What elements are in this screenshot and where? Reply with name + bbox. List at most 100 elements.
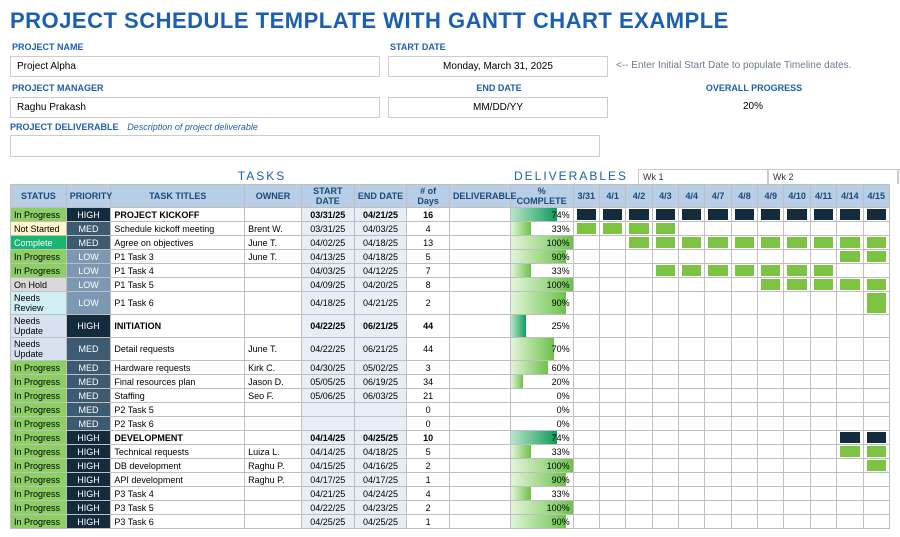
gantt-cell xyxy=(810,487,836,501)
end-cell: 04/25/25 xyxy=(354,431,407,445)
days-cell: 13 xyxy=(407,236,450,250)
gantt-cell xyxy=(837,431,863,445)
priority-cell: HIGH xyxy=(66,473,111,487)
gantt-cell xyxy=(573,278,599,292)
gantt-cell xyxy=(758,375,784,389)
start-cell: 03/31/25 xyxy=(301,222,354,236)
gantt-cell xyxy=(810,417,836,431)
days-cell: 2 xyxy=(407,459,450,473)
table-row[interactable]: CompleteMEDAgree on objectivesJune T.04/… xyxy=(11,236,890,250)
table-row[interactable]: Needs UpdateMEDDetail requestsJune T.04/… xyxy=(11,338,890,361)
start-cell xyxy=(301,417,354,431)
gantt-cell xyxy=(731,445,757,459)
table-row[interactable]: In ProgressHIGHDB developmentRaghu P.04/… xyxy=(11,459,890,473)
gantt-cell xyxy=(837,278,863,292)
table-row[interactable]: In ProgressHIGHDEVELOPMENT04/14/2504/25/… xyxy=(11,431,890,445)
pct-cell: 90% xyxy=(510,473,573,487)
pct-cell: 25% xyxy=(510,315,573,338)
gantt-cell xyxy=(573,315,599,338)
owner-cell: Raghu P. xyxy=(245,459,302,473)
gantt-cell xyxy=(758,417,784,431)
table-row[interactable]: In ProgressHIGHP3 Task 404/21/2504/24/25… xyxy=(11,487,890,501)
table-row[interactable]: In ProgressMEDP2 Task 500% xyxy=(11,403,890,417)
gantt-cell xyxy=(626,431,652,445)
gantt-cell xyxy=(810,445,836,459)
table-row[interactable]: Needs UpdateHIGHINITIATION04/22/2506/21/… xyxy=(11,315,890,338)
days-cell: 8 xyxy=(407,278,450,292)
table-row[interactable]: In ProgressMEDFinal resources planJason … xyxy=(11,375,890,389)
start-date-note: <-- Enter Initial Start Date to populate… xyxy=(616,56,890,77)
priority-cell: MED xyxy=(66,375,111,389)
gantt-cell xyxy=(679,250,705,264)
table-row[interactable]: In ProgressMEDHardware requestsKirk C.04… xyxy=(11,361,890,375)
status-cell: In Progress xyxy=(11,264,67,278)
gantt-cell xyxy=(705,208,731,222)
gantt-cell xyxy=(758,208,784,222)
table-row[interactable]: In ProgressHIGHAPI developmentRaghu P.04… xyxy=(11,473,890,487)
table-row[interactable]: In ProgressLOWP1 Task 404/03/2504/12/257… xyxy=(11,264,890,278)
col-header: TASK TITLES xyxy=(111,185,245,208)
table-row[interactable]: On HoldLOWP1 Task 504/09/2504/20/258100% xyxy=(11,278,890,292)
gantt-cell xyxy=(573,487,599,501)
table-row[interactable]: In ProgressHIGHP3 Task 504/22/2504/23/25… xyxy=(11,501,890,515)
gantt-cell xyxy=(758,278,784,292)
gantt-cell xyxy=(731,431,757,445)
gantt-cell xyxy=(758,431,784,445)
title-cell: P1 Task 4 xyxy=(111,264,245,278)
gantt-cell xyxy=(599,403,625,417)
end-cell: 04/03/25 xyxy=(354,222,407,236)
gantt-cell xyxy=(599,431,625,445)
gantt-cell xyxy=(626,417,652,431)
title-cell: PROJECT KICKOFF xyxy=(111,208,245,222)
gantt-cell xyxy=(863,361,889,375)
priority-cell: HIGH xyxy=(66,445,111,459)
days-cell: 5 xyxy=(407,250,450,264)
page-title: PROJECT SCHEDULE TEMPLATE WITH GANTT CHA… xyxy=(10,8,890,34)
input-project-name[interactable]: Project Alpha xyxy=(10,56,380,77)
gantt-cell xyxy=(626,264,652,278)
input-project-manager[interactable]: Raghu Prakash xyxy=(10,97,380,118)
column-header-row: STATUSPRIORITYTASK TITLESOWNERSTART DATE… xyxy=(11,185,890,208)
title-cell: P1 Task 3 xyxy=(111,250,245,264)
status-cell: Complete xyxy=(11,236,67,250)
gantt-cell xyxy=(705,236,731,250)
day-header: 3/31 xyxy=(573,185,599,208)
gantt-cell xyxy=(731,417,757,431)
gantt-cell xyxy=(599,236,625,250)
end-cell: 04/23/25 xyxy=(354,501,407,515)
gantt-cell xyxy=(784,236,810,250)
gantt-cell xyxy=(705,222,731,236)
gantt-cell xyxy=(626,208,652,222)
start-cell: 04/09/25 xyxy=(301,278,354,292)
gantt-cell xyxy=(573,445,599,459)
gantt-cell xyxy=(626,338,652,361)
days-cell: 44 xyxy=(407,338,450,361)
table-row[interactable]: In ProgressHIGHPROJECT KICKOFF03/31/2504… xyxy=(11,208,890,222)
pct-cell: 74% xyxy=(510,431,573,445)
table-row[interactable]: Needs ReviewLOWP1 Task 604/18/2504/21/25… xyxy=(11,292,890,315)
pct-cell: 0% xyxy=(510,417,573,431)
gantt-cell xyxy=(810,389,836,403)
owner-cell: June T. xyxy=(245,236,302,250)
days-cell: 2 xyxy=(407,292,450,315)
owner-cell: Jason D. xyxy=(245,375,302,389)
gantt-cell xyxy=(679,431,705,445)
table-row[interactable]: In ProgressMEDStaffingSeo F.05/06/2506/0… xyxy=(11,389,890,403)
input-start-date[interactable]: Monday, March 31, 2025 xyxy=(388,56,608,77)
table-row[interactable]: Not StartedMEDSchedule kickoff meetingBr… xyxy=(11,222,890,236)
title-cell: P2 Task 5 xyxy=(111,403,245,417)
gantt-cell xyxy=(784,445,810,459)
input-end-date[interactable]: MM/DD/YY xyxy=(388,97,608,118)
title-cell: P1 Task 6 xyxy=(111,292,245,315)
table-row[interactable]: In ProgressHIGHTechnical requestsLuiza L… xyxy=(11,445,890,459)
table-row[interactable]: In ProgressLOWP1 Task 3June T.04/13/2504… xyxy=(11,250,890,264)
gantt-cell xyxy=(731,315,757,338)
priority-cell: HIGH xyxy=(66,208,111,222)
gantt-cell xyxy=(599,250,625,264)
gantt-cell xyxy=(810,473,836,487)
pct-cell: 0% xyxy=(510,403,573,417)
table-row[interactable]: In ProgressMEDP2 Task 600% xyxy=(11,417,890,431)
days-cell: 21 xyxy=(407,389,450,403)
start-cell: 04/15/25 xyxy=(301,459,354,473)
input-deliverable[interactable] xyxy=(10,135,600,157)
